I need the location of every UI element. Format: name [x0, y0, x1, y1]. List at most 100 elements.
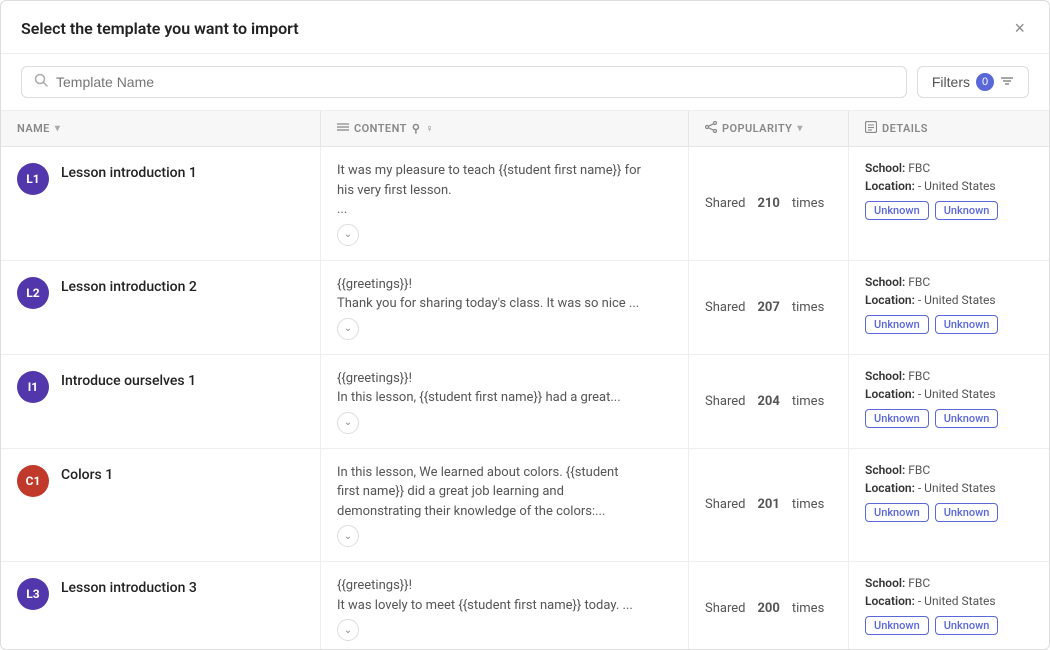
sort-icon-name: ▾ [55, 123, 60, 134]
location-line: Location: - United States [865, 387, 996, 401]
shared-suffix: times [792, 601, 824, 616]
popularity-cell: Shared 204 times [689, 355, 849, 448]
expand-button[interactable]: ⌄ [337, 318, 359, 340]
template-name: Introduce ourselves 1 [61, 369, 196, 389]
list-icon [337, 122, 349, 135]
popularity-cell: Shared 210 times [689, 147, 849, 260]
location-value: - United States [918, 481, 996, 495]
filter-count: 0 [976, 73, 994, 91]
location-line: Location: - United States [865, 594, 996, 608]
content-text: {{greetings}}! It was lovely to meet {{s… [337, 576, 633, 615]
expand-button[interactable]: ⌄ [337, 412, 359, 434]
shared-count: 200 [757, 601, 779, 616]
content-cell: {{greetings}}! In this lesson, {{student… [321, 355, 689, 448]
search-input-wrap [21, 66, 907, 98]
school-line: School: FBC [865, 369, 930, 383]
badge-1[interactable]: Unknown [935, 616, 999, 635]
location-line: Location: - United States [865, 481, 996, 495]
badge-row: Unknown Unknown [865, 616, 998, 635]
location-value: - United States [918, 594, 996, 608]
badge-1[interactable]: Unknown [935, 201, 999, 220]
th-popularity: POPULARITY ▾ [689, 111, 849, 146]
search-icon [34, 73, 48, 91]
details-icon [865, 121, 877, 136]
search-input[interactable] [56, 74, 894, 90]
avatar: L3 [17, 578, 49, 610]
shared-suffix: times [792, 497, 824, 512]
shared-label: Shared [705, 601, 745, 616]
badge-0[interactable]: Unknown [865, 201, 929, 220]
content-cell: {{greetings}}! It was lovely to meet {{s… [321, 562, 689, 649]
badge-row: Unknown Unknown [865, 409, 998, 428]
search-bar: Filters 0 [1, 54, 1049, 111]
avatar: L2 [17, 277, 49, 309]
avatar: I1 [17, 371, 49, 403]
badge-0[interactable]: Unknown [865, 616, 929, 635]
table-row: L1Lesson introduction 1 It was my pleasur… [1, 147, 1049, 261]
name-cell: L1Lesson introduction 1 [1, 147, 321, 260]
name-cell: C1Colors 1 [1, 449, 321, 562]
details-cell: School: FBC Location: - United States Unkn… [849, 449, 1049, 562]
school-value: FBC [908, 161, 930, 175]
details-cell: School: FBC Location: - United States Unkn… [849, 147, 1049, 260]
content-text: In this lesson, We learned about colors.… [337, 463, 619, 522]
badge-row: Unknown Unknown [865, 315, 998, 334]
male-icon: ⚲ [412, 122, 421, 135]
school-value: FBC [908, 369, 930, 383]
school-line: School: FBC [865, 576, 930, 590]
badge-0[interactable]: Unknown [865, 315, 929, 334]
th-content: CONTENT ⚲ ♀ [321, 111, 689, 146]
avatar: L1 [17, 163, 49, 195]
badge-1[interactable]: Unknown [935, 315, 999, 334]
location-line: Location: - United States [865, 179, 996, 193]
th-details: DETAILS [849, 111, 1049, 146]
filter-label: Filters [932, 74, 970, 90]
template-name: Lesson introduction 3 [61, 576, 197, 596]
location-label: Location: [865, 179, 915, 193]
table-header: NAME ▾ CONTENT ⚲ ♀ [1, 111, 1049, 147]
badge-1[interactable]: Unknown [935, 503, 999, 522]
modal-title: Select the template you want to import [21, 19, 299, 38]
school-label: School: [865, 161, 905, 175]
female-icon: ♀ [425, 122, 434, 135]
school-line: School: FBC [865, 463, 930, 477]
location-value: - United States [918, 293, 996, 307]
content-text: {{greetings}}! Thank you for sharing tod… [337, 275, 639, 314]
badge-1[interactable]: Unknown [935, 409, 999, 428]
expand-button[interactable]: ⌄ [337, 525, 359, 547]
shared-suffix: times [792, 394, 824, 409]
details-cell: School: FBC Location: - United States Unkn… [849, 355, 1049, 448]
shared-count: 207 [757, 300, 779, 315]
template-name: Colors 1 [61, 463, 113, 483]
popularity-cell: Shared 207 times [689, 261, 849, 354]
filter-icon [1000, 74, 1014, 91]
shared-count: 210 [757, 196, 779, 211]
location-label: Location: [865, 594, 915, 608]
content-cell: It was my pleasure to teach {{student fi… [321, 147, 689, 260]
table-row: C1Colors 1 In this lesson, We learned abo… [1, 449, 1049, 563]
school-label: School: [865, 576, 905, 590]
name-cell: L3 Lesson introduction 3 [1, 562, 321, 649]
badge-0[interactable]: Unknown [865, 503, 929, 522]
expand-button[interactable]: ⌄ [337, 619, 359, 641]
popularity-cell: Shared 200 times [689, 562, 849, 649]
location-label: Location: [865, 481, 915, 495]
shared-suffix: times [792, 300, 824, 315]
table-body: L1Lesson introduction 1 It was my pleasur… [1, 147, 1049, 649]
template-name: Lesson introduction 2 [61, 275, 197, 295]
badge-0[interactable]: Unknown [865, 409, 929, 428]
close-button[interactable]: × [1010, 17, 1029, 39]
table-row: L3 Lesson introduction 3 {{greetings}}! It… [1, 562, 1049, 649]
shared-label: Shared [705, 300, 745, 315]
filter-button[interactable]: Filters 0 [917, 66, 1029, 98]
badge-row: Unknown Unknown [865, 503, 998, 522]
table-row: L2 Lesson introduction 2 {{greetings}}! Th… [1, 261, 1049, 355]
content-text: {{greetings}}! In this lesson, {{student… [337, 369, 621, 408]
location-label: Location: [865, 387, 915, 401]
name-cell: L2 Lesson introduction 2 [1, 261, 321, 354]
content-text: It was my pleasure to teach {{student fi… [337, 161, 641, 220]
school-line: School: FBC [865, 275, 930, 289]
school-label: School: [865, 275, 905, 289]
details-cell: School: FBC Location: - United States Unkn… [849, 562, 1049, 649]
expand-button[interactable]: ⌄ [337, 224, 359, 246]
